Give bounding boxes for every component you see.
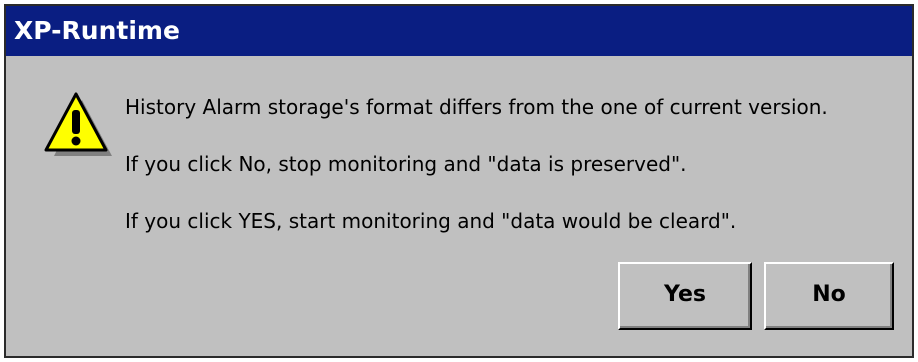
warning-icon	[44, 92, 112, 156]
message-line-3: If you click YES, start monitoring and "…	[125, 209, 737, 233]
message-dialog: XP-Runtime History Alarm storage's forma…	[4, 4, 914, 358]
dialog-title: XP-Runtime	[6, 6, 912, 56]
yes-button[interactable]: Yes	[618, 262, 752, 330]
message-line-2: If you click No, stop monitoring and "da…	[125, 152, 687, 176]
no-button[interactable]: No	[764, 262, 894, 330]
message-line-1: History Alarm storage's format differs f…	[125, 95, 828, 119]
